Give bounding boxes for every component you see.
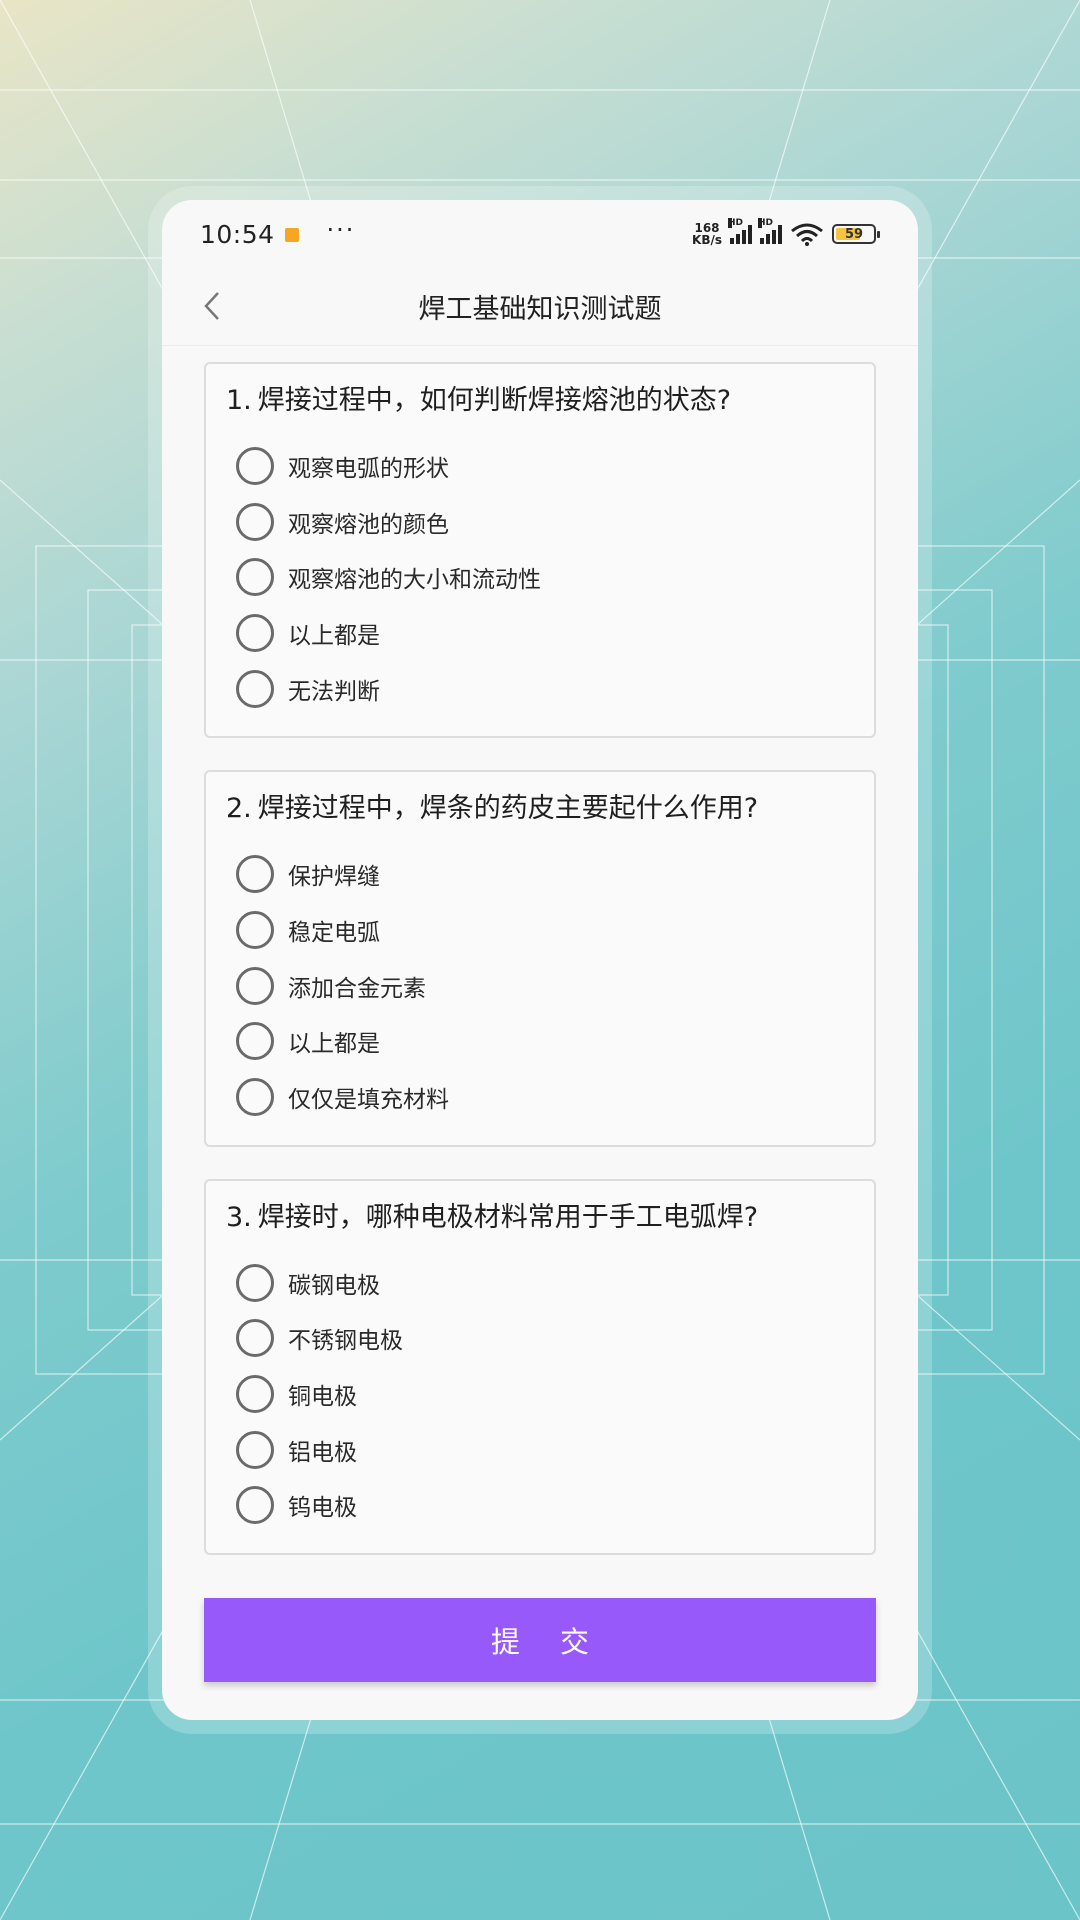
option-label: 添加合金元素 [288,975,426,1002]
back-button[interactable] [192,286,232,326]
option-label: 钨电极 [288,1495,357,1522]
option-label: 以上都是 [288,622,380,649]
page-title: 焊工基础知识测试题 [418,294,662,325]
battery-icon: 59 [832,224,880,244]
radio-button[interactable] [236,855,274,894]
question-title: 2. 焊接过程中，焊条的药皮主要起什么作用? [226,793,759,825]
option-label: 保护焊缝 [288,864,380,891]
option-label: 无法判断 [288,678,380,705]
question-title: 1. 焊接过程中，如何判断焊接熔池的状态? [226,385,732,416]
option[interactable]: 观察熔池的大小和流动性 [226,549,852,605]
signal-icon: HD [758,218,782,244]
radio-button[interactable] [236,1430,274,1469]
question-list[interactable]: 1. 焊接过程中，如何判断焊接熔池的状态? 观察电弧的形状 观察熔池的颜色 观察熔… [204,362,876,1720]
question-card: 3. 焊接时，哪种电极材料常用于手工电弧焊? 碳钢电极 不锈钢电极 铜电极 铝电极… [204,1178,876,1556]
option[interactable]: 以上都是 [226,1014,852,1070]
radio-button[interactable] [236,446,274,485]
option[interactable]: 观察电弧的形状 [226,438,852,494]
option[interactable]: 铝电极 [226,1422,852,1478]
status-time: 10:54 [200,219,275,249]
option[interactable]: 铜电极 [226,1366,852,1422]
radio-button[interactable] [236,1078,274,1117]
radio-button[interactable] [236,910,274,949]
submit-button[interactable]: 提交 [204,1598,876,1682]
option-label: 以上都是 [288,1031,380,1058]
phone-screen: 10:54 ··· 168 KB/s HD HD 59 焊工基础知识测试题 1.… [162,200,918,1720]
nav-bar: 焊工基础知识测试题 [162,268,918,346]
option-label: 不锈钢电极 [288,1328,403,1355]
option[interactable]: 保护焊缝 [226,846,852,902]
option[interactable]: 以上都是 [226,605,852,661]
option-label: 仅仅是填充材料 [288,1087,449,1114]
option[interactable]: 添加合金元素 [226,958,852,1014]
option-label: 碳钢电极 [288,1272,380,1299]
more-icon: ··· [326,216,356,244]
chevron-left-icon [204,292,219,320]
option-label: 观察熔池的颜色 [288,511,449,538]
radio-button[interactable] [236,1486,274,1525]
option-label: 稳定电弧 [288,919,380,946]
signal-icon: HD [728,218,752,244]
option-label: 铜电极 [288,1384,357,1411]
wifi-icon [791,223,823,246]
option[interactable]: 稳定电弧 [226,902,852,958]
question-title: 3. 焊接时，哪种电极材料常用于手工电弧焊? [226,1201,759,1233]
radio-button[interactable] [236,1022,274,1061]
option[interactable]: 碳钢电极 [226,1255,852,1311]
radio-button[interactable] [236,1263,274,1302]
option[interactable]: 无法判断 [226,661,852,717]
option-label: 观察熔池的大小和流动性 [288,567,541,594]
question-card: 2. 焊接过程中，焊条的药皮主要起什么作用? 保护焊缝 稳定电弧 添加合金元素 以… [204,770,876,1147]
notification-icon [284,228,299,242]
radio-button[interactable] [236,502,274,541]
radio-button[interactable] [236,613,274,652]
radio-button[interactable] [236,966,274,1005]
option[interactable]: 钨电极 [226,1478,852,1534]
option[interactable]: 仅仅是填充材料 [226,1069,852,1125]
option[interactable]: 观察熔池的颜色 [226,494,852,550]
question-card: 1. 焊接过程中，如何判断焊接熔池的状态? 观察电弧的形状 观察熔池的颜色 观察熔… [204,362,876,739]
radio-button[interactable] [236,1375,274,1414]
radio-button[interactable] [236,558,274,597]
option[interactable]: 不锈钢电极 [226,1311,852,1367]
radio-button[interactable] [236,669,274,708]
radio-button[interactable] [236,1319,274,1358]
option-label: 铝电极 [288,1439,357,1466]
option-label: 观察电弧的形状 [288,455,449,482]
network-speed: 168 KB/s [692,221,722,247]
status-bar: 10:54 ··· 168 KB/s HD HD 59 [162,200,918,268]
